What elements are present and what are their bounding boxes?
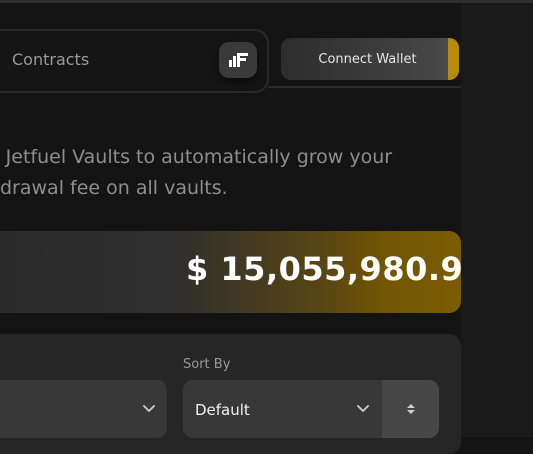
- connect-wallet-label: Connect Wallet: [318, 51, 417, 67]
- connect-wallet-button[interactable]: Connect Wallet: [281, 38, 459, 80]
- right-gutter: [461, 3, 533, 437]
- sort-order-button[interactable]: [382, 380, 439, 438]
- jetfuel-logo-icon: [229, 53, 248, 67]
- sort-by-label: Sort By: [183, 357, 231, 372]
- chevron-down-icon: [143, 405, 155, 412]
- intro-line-2: drawal fee on all vaults.: [0, 177, 228, 199]
- top-border: [0, 0, 533, 3]
- nav-link-contracts[interactable]: Contracts: [12, 50, 89, 69]
- header-divider: [268, 86, 461, 88]
- tvl-value: $ 15,055,980.9: [186, 250, 464, 288]
- sort-arrows-icon: [406, 404, 415, 414]
- intro-line-1: o Jetfuel Vaults to automatically grow y…: [0, 146, 393, 168]
- connect-wallet-accent: [448, 38, 459, 80]
- chevron-down-icon: [357, 405, 369, 412]
- jetfuel-logo-button[interactable]: [219, 42, 257, 78]
- sort-by-value: Default: [195, 401, 250, 419]
- intro-text: o Jetfuel Vaults to automatically grow y…: [0, 142, 392, 204]
